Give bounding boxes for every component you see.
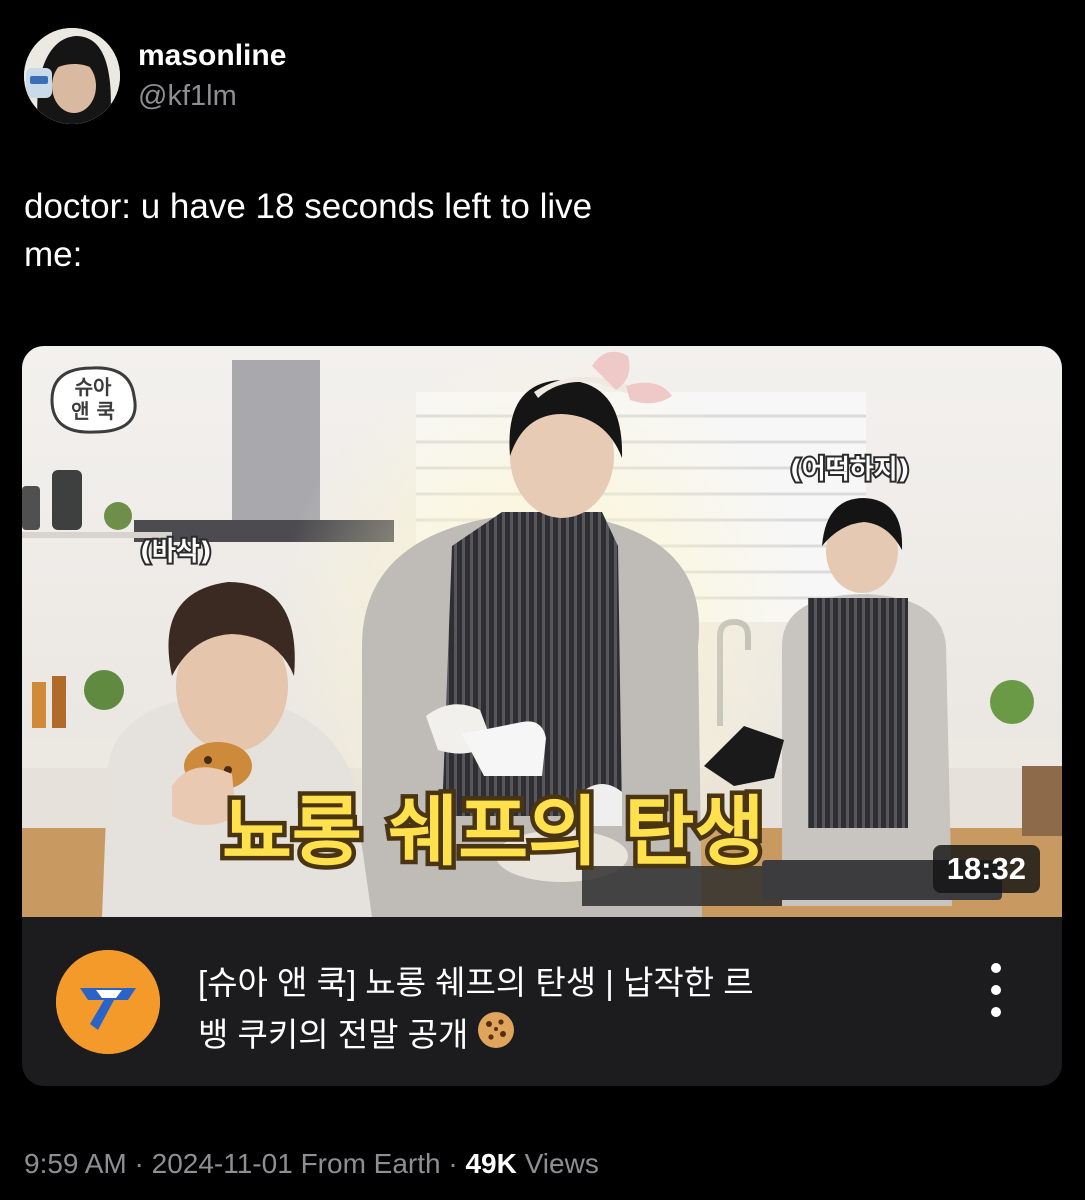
thumbnail-caption-right: (어떡하지) bbox=[790, 455, 909, 485]
tweet-location: From Earth bbox=[300, 1148, 441, 1179]
user-handle[interactable]: @kf1lm bbox=[138, 79, 286, 113]
video-title-line: [슈아 앤 쿡] 뇨롱 쉐프의 탄생 | 납작한 르 bbox=[198, 964, 754, 1001]
tweet-metadata: 9:59 AM · 2024-11-01 From Earth · 49K Vi… bbox=[24, 1148, 599, 1180]
channel-brand-logo-bottom: 앤 쿡 bbox=[71, 399, 115, 423]
video-info: [슈아 앤 쿡] 뇨롱 쉐프의 탄생 | 납작한 르 뱅 쿠키의 전말 공개 bbox=[22, 917, 1062, 1086]
tweet-text: doctor: u have 18 seconds left to live m… bbox=[24, 183, 592, 279]
video-thumbnail[interactable]: 슈아 앤 쿡 (바삭) (어떡하지) 뇨롱 쉐프의 탄생 18:32 bbox=[22, 346, 1062, 917]
views-label: Views bbox=[524, 1148, 599, 1179]
channel-logo-icon[interactable] bbox=[56, 950, 160, 1054]
tweet-text-line: me: bbox=[24, 235, 83, 274]
meta-separator: · bbox=[440, 1148, 466, 1179]
cookie-icon bbox=[476, 1010, 516, 1065]
video-card[interactable]: 슈아 앤 쿡 (바삭) (어떡하지) 뇨롱 쉐프의 탄생 18:32 [슈아 앤… bbox=[22, 346, 1062, 1086]
meta-separator: · bbox=[126, 1148, 152, 1179]
tweet-date: 2024-11-01 bbox=[151, 1148, 293, 1179]
tweet-text-line: doctor: u have 18 seconds left to live bbox=[24, 187, 593, 226]
channel-brand-logo-top: 슈아 bbox=[75, 375, 112, 399]
views-count[interactable]: 49K bbox=[465, 1148, 516, 1179]
more-vertical-icon[interactable] bbox=[986, 963, 1006, 1017]
video-title[interactable]: [슈아 앤 쿡] 뇨롱 쉐프의 탄생 | 납작한 르 뱅 쿠키의 전말 공개 bbox=[198, 957, 918, 1065]
tweet-header: masonline @kf1lm bbox=[24, 28, 286, 124]
thumbnail-headline: 뇨롱 쉐프의 탄생 bbox=[222, 787, 764, 876]
thumbnail-caption-left: (바삭) bbox=[140, 537, 212, 567]
display-name[interactable]: masonline bbox=[138, 39, 286, 73]
video-duration: 18:32 bbox=[932, 845, 1040, 893]
video-title-line: 뱅 쿠키의 전말 공개 bbox=[198, 1016, 469, 1053]
tweet-time: 9:59 AM bbox=[24, 1148, 127, 1179]
avatar[interactable] bbox=[24, 28, 120, 124]
